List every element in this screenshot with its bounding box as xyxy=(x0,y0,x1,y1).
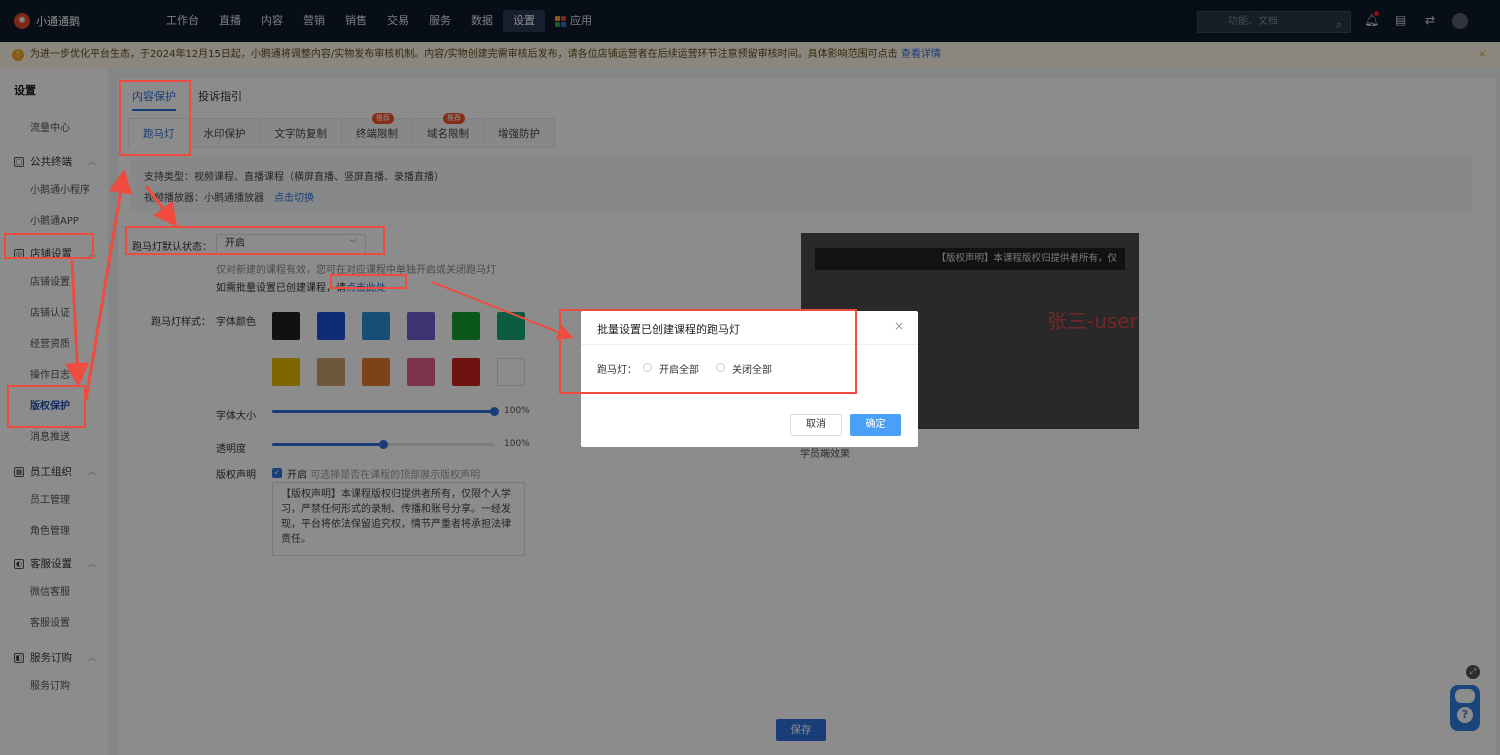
modal-close-icon[interactable]: × xyxy=(894,319,904,333)
annotation-box-tabs xyxy=(119,80,191,156)
confirm-button[interactable]: 确定 xyxy=(850,414,901,436)
annotation-box-default-state xyxy=(125,226,385,255)
annotation-box-store-settings xyxy=(4,233,94,259)
annotation-box-modal xyxy=(559,309,857,394)
annotation-box-copyright xyxy=(7,385,86,428)
annotation-box-batch-link xyxy=(330,274,407,289)
cancel-button[interactable]: 取消 xyxy=(790,414,842,436)
